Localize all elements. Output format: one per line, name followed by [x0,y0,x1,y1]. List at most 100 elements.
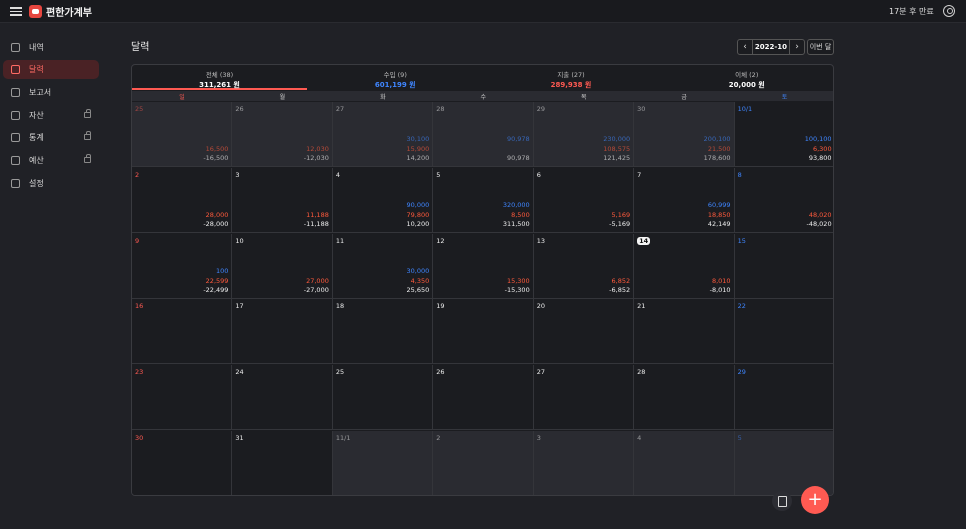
calendar-day[interactable]: 28 [634,365,735,431]
income-amount: 200,100 [703,135,731,143]
sidebar-item-0[interactable]: 내역 [3,38,99,57]
weekday-label: 화 [380,94,386,101]
weekday-header: 일월화수목금토 [132,91,833,101]
day-number: 6 [536,170,541,179]
calendar-day[interactable]: 3 [533,431,635,495]
sidebar-item-6[interactable]: 설정 [3,174,99,193]
expense-amount: 12,030 [306,145,329,153]
calendar-day[interactable]: 28 90,978 90,978 [433,102,534,167]
add-transaction-button[interactable]: + [801,486,829,514]
calendar-day[interactable]: 30 [132,431,233,495]
sidebar-item-label: 달력 [29,65,44,74]
calendar-day[interactable]: 26 [433,365,534,431]
calendar-day[interactable]: 25 16,500 -16,500 [132,102,233,167]
summary-tab-2[interactable]: 지출 (27) 289,938 원 [484,65,659,90]
day-number: 3 [536,434,541,442]
calendar-day[interactable]: 19 [433,299,534,365]
expense-amount: 8,500 [511,210,530,219]
calendar-day[interactable]: 30 200,100 21,500 178,600 [634,102,735,167]
calendar-day[interactable]: 27 30,100 15,900 14,200 [332,102,434,167]
calendar-day[interactable]: 23 [132,365,233,431]
calendar-day[interactable]: 31 [232,431,333,495]
chevron-right-icon[interactable]: › [790,40,804,54]
calendar-day[interactable]: 10 27,000 -27,000 [232,233,333,299]
net-amount: -8,010 [709,285,731,294]
net-amount: -22,499 [203,285,229,294]
calendar-day[interactable]: 11 30,000 4,350 25,650 [332,233,434,299]
sidebar-item-4[interactable]: 통계 [3,128,99,147]
calendar-day[interactable]: 22 [734,299,833,365]
account-icon[interactable] [943,5,955,17]
calendar-day[interactable]: 5 320,000 8,500 311,500 [433,167,534,233]
this-month-button[interactable]: 이번 달 [807,39,834,55]
day-number: 4 [335,170,340,179]
day-number: 8 [737,170,742,179]
summary-tab-3[interactable]: 이체 (2) 20,000 원 [659,65,833,90]
income-amount: 30,000 [406,266,430,275]
calendar-day[interactable]: 14 8,010 -8,010 [634,233,735,299]
calendar-day[interactable]: 18 [332,299,434,365]
calendar-day[interactable]: 10/1 100,100 6,300 93,800 [734,102,833,167]
menu-icon[interactable] [10,5,22,17]
sidebar-item-label: 통계 [29,133,44,142]
calendar-day[interactable]: 4 90,000 79,800 10,200 [332,167,434,233]
summary-value: 289,938 원 [550,81,592,89]
calendar-day[interactable]: 3 11,188 -11,188 [232,167,333,233]
calendar-day[interactable]: 27 [533,365,635,431]
calendar-day[interactable]: 8 48,020 -48,020 [734,167,833,233]
day-number: 2 [135,170,140,179]
sidebar-item-3[interactable]: 자산 [3,106,99,125]
sidebar-item-label: 자산 [29,111,44,120]
calendar-day[interactable]: 7 60,999 18,850 42,149 [634,167,735,233]
day-number: 2 [436,434,441,442]
chevron-left-icon[interactable]: ‹ [738,40,752,54]
day-number: 10/1 [737,105,753,113]
expense-amount: 18,850 [707,210,731,219]
day-number: 30 [637,105,646,113]
calendar-day[interactable]: 26 12,030 -12,030 [232,102,333,167]
calendar-day[interactable]: 6 5,169 -5,169 [533,167,635,233]
calendar-day[interactable]: 24 [232,365,333,431]
expense-amount: 48,020 [808,210,832,219]
calendar-day[interactable]: 29 230,000 108,575 121,425 [533,102,635,167]
day-number: 21 [637,302,646,311]
day-number: 29 [737,368,746,377]
income-amount: 90,000 [406,200,430,209]
sidebar-item-1[interactable]: 달력 [3,60,99,79]
calendar-day[interactable]: 2 28,000 -28,000 [132,167,233,233]
calendar-day[interactable]: 17 [232,299,333,365]
calendar-day[interactable]: 20 [533,299,635,365]
current-month[interactable]: 2022-10 [752,40,790,54]
net-amount: 178,600 [703,154,731,162]
calendar-day[interactable]: 29 [734,365,833,431]
expense-amount: 108,575 [603,145,631,153]
calendar-day[interactable]: 15 [734,233,833,299]
calendar-day[interactable]: 4 [634,431,735,495]
day-number: 27 [335,105,345,113]
lock-icon [84,131,91,140]
day-number: 17 [235,302,244,311]
calendar-day[interactable]: 21 [634,299,735,365]
calendar-day[interactable]: 2 [433,431,534,495]
list-icon[interactable] [772,491,792,511]
income-amount: 100,100 [804,135,832,143]
income-amount: 100 [216,266,229,275]
calendar-day[interactable]: 16 [132,299,233,365]
summary-tab-1[interactable]: 수입 (9) 601,199 원 [308,65,483,90]
day-number: 3 [235,170,240,179]
summary-tab-0[interactable]: 전체 (38) 311,261 원 [132,65,307,90]
expense-amount: 6,852 [611,276,631,285]
net-amount: -6,852 [609,285,631,294]
sidebar-item-label: 설정 [29,179,44,188]
calendar-day[interactable]: 13 6,852 -6,852 [533,233,635,299]
stats-icon [11,133,20,142]
calendar-day[interactable]: 25 [332,365,434,431]
day-number: 9 [135,236,140,245]
expense-amount: 6,300 [812,145,832,153]
sidebar-item-5[interactable]: 예산 [3,151,99,170]
calendar-day[interactable]: 12 15,300 -15,300 [433,233,534,299]
sidebar-item-2[interactable]: 보고서 [3,83,99,102]
calendar-day[interactable]: 11/1 [332,431,434,495]
month-navigator: ‹ 2022-10 › [737,39,805,55]
calendar-day[interactable]: 9 100 22,599 -22,499 [132,233,233,299]
